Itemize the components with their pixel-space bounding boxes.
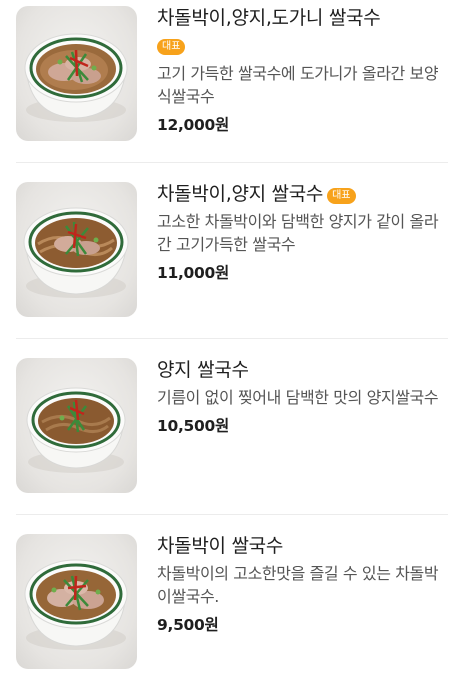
signature-badge: 대표 bbox=[157, 39, 186, 55]
badge-row: 대표 bbox=[157, 36, 449, 58]
menu-item-price: 11,000원 bbox=[157, 264, 229, 282]
pho-bowl-icon bbox=[26, 387, 126, 473]
divider bbox=[16, 162, 448, 163]
divider bbox=[16, 514, 448, 515]
menu-item-info: 차돌박이,양지,도가니 쌀국수 대표 고기 가득한 쌀국수에 도가니가 올라간 … bbox=[157, 6, 449, 136]
pho-bowl-image bbox=[16, 534, 137, 669]
menu-item-name: 차돌박이 쌀국수 bbox=[157, 535, 284, 557]
menu-item-info: 양지 쌀국수 기름이 없이 찢어내 담백한 맛의 양지쌀국수 10,500원 bbox=[157, 358, 449, 437]
menu-item[interactable]: 차돌박이,양지,도가니 쌀국수 대표 고기 가득한 쌀국수에 도가니가 올라간 … bbox=[16, 6, 448, 142]
menu-item-info: 차돌박이,양지 쌀국수 대표 고소한 차돌박이와 담백한 양지가 같이 올라간 고… bbox=[157, 182, 449, 284]
menu-item-info: 차돌박이 쌀국수 차돌박이의 고소한맛을 즐길 수 있는 차돌박이쌀국수. 9,… bbox=[157, 534, 449, 636]
pho-bowl-image bbox=[16, 182, 137, 317]
menu-item-name: 차돌박이,양지 쌀국수 bbox=[157, 183, 324, 205]
menu-item-price: 10,500원 bbox=[157, 417, 229, 435]
menu-item-name: 차돌박이,양지,도가니 쌀국수 bbox=[157, 7, 381, 29]
menu-item-description: 고소한 차돌박이와 담백한 양지가 같이 올라간 고기가득한 쌀국수 bbox=[157, 212, 439, 254]
menu-item-description: 고기 가득한 쌀국수에 도가니가 올라간 보양식쌀국수 bbox=[157, 64, 439, 106]
menu-list: 차돌박이,양지,도가니 쌀국수 대표 고기 가득한 쌀국수에 도가니가 올라간 … bbox=[0, 0, 466, 689]
pho-bowl-brisket-icon bbox=[24, 559, 128, 650]
menu-item-description: 기름이 없이 찢어내 담백한 맛의 양지쌀국수 bbox=[157, 388, 439, 407]
menu-item-name-row: 차돌박이,양지 쌀국수 대표 bbox=[157, 182, 449, 206]
pho-bowl-brisket-icon bbox=[23, 207, 129, 298]
divider bbox=[16, 338, 448, 339]
pho-bowl-brisket-icon bbox=[24, 33, 128, 122]
menu-item-name: 양지 쌀국수 bbox=[157, 359, 249, 381]
menu-item[interactable]: 차돌박이 쌀국수 차돌박이의 고소한맛을 즐길 수 있는 차돌박이쌀국수. 9,… bbox=[16, 534, 448, 670]
pho-bowl-image bbox=[16, 6, 137, 141]
menu-item[interactable]: 차돌박이,양지 쌀국수 대표 고소한 차돌박이와 담백한 양지가 같이 올라간 고… bbox=[16, 182, 448, 318]
pho-bowl-image bbox=[16, 358, 137, 493]
menu-item-price: 12,000원 bbox=[157, 116, 229, 134]
menu-item-description: 차돌박이의 고소한맛을 즐길 수 있는 차돌박이쌀국수. bbox=[157, 564, 439, 606]
signature-badge: 대표 bbox=[327, 188, 356, 204]
menu-item-price: 9,500원 bbox=[157, 616, 219, 634]
menu-item[interactable]: 양지 쌀국수 기름이 없이 찢어내 담백한 맛의 양지쌀국수 10,500원 bbox=[16, 358, 448, 494]
